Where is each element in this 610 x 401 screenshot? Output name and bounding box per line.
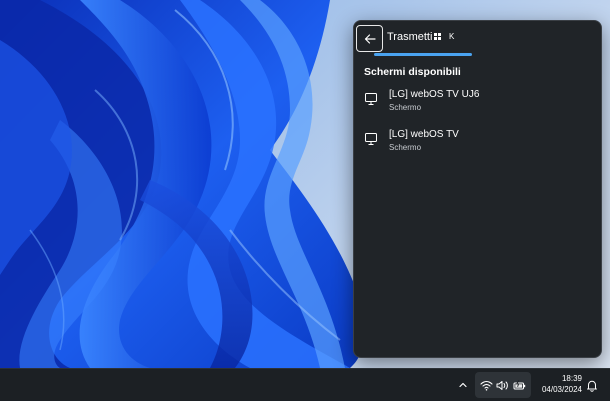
shortcut-key: K (449, 32, 455, 41)
wifi-icon (479, 378, 493, 392)
taskbar: 18:39 04/03/2024 (0, 368, 610, 401)
cast-panel: Trasmetti K Schermi disponibili [LG] web… (353, 20, 602, 358)
notification-bell-icon[interactable] (585, 378, 599, 392)
keyboard-shortcut: K (434, 32, 454, 41)
volume-icon (496, 378, 510, 392)
desktop: Trasmetti K Schermi disponibili [LG] web… (0, 0, 610, 368)
section-heading: Schermi disponibili (364, 66, 461, 78)
device-name: [LG] webOS TV UJ6 (389, 89, 480, 100)
device-type: Schermo (389, 103, 422, 112)
taskbar-clock[interactable]: 18:39 04/03/2024 (534, 373, 582, 395)
windows-key-icon (434, 33, 441, 40)
panel-title: Trasmetti (387, 31, 433, 43)
device-name: [LG] webOS TV (389, 129, 459, 140)
device-item[interactable]: [LG] webOS TV Schermo (358, 127, 598, 163)
device-type: Schermo (389, 143, 422, 152)
device-item[interactable]: [LG] webOS TV UJ6 Schermo (358, 87, 598, 123)
chevron-up-icon (459, 382, 467, 388)
monitor-icon (365, 93, 377, 105)
clock-date: 04/03/2024 (541, 385, 582, 394)
cast-panel-header: Trasmetti K (354, 21, 601, 61)
show-hidden-icons-button[interactable] (455, 377, 471, 393)
clock-time: 18:39 (561, 374, 582, 383)
back-button[interactable] (356, 25, 383, 52)
battery-charging-icon (513, 378, 527, 392)
title-accent-underline (374, 53, 472, 56)
arrow-left-icon (364, 33, 376, 44)
quick-settings-button[interactable] (475, 372, 531, 398)
monitor-icon (365, 133, 377, 145)
